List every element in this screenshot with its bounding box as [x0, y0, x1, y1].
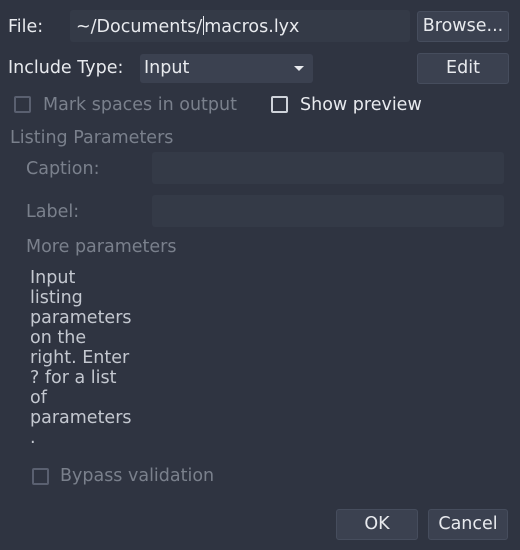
bypass-validation-label: Bypass validation [60, 466, 215, 486]
file-label: File: [8, 17, 44, 37]
mark-spaces-checkbox[interactable] [14, 96, 31, 113]
label-label: Label: [26, 202, 80, 222]
include-type-selected: Input [144, 58, 190, 78]
show-preview-label: Show preview [300, 95, 422, 115]
edit-button[interactable]: Edit [417, 53, 509, 84]
browse-button[interactable]: Browse... [417, 11, 509, 42]
chevron-down-icon [294, 66, 304, 71]
label-input[interactable] [152, 195, 504, 227]
more-parameters-label: More parameters [26, 237, 177, 257]
parameters-help-text: Input listing parameters on the right. E… [30, 268, 132, 448]
mark-spaces-label: Mark spaces in output [43, 95, 237, 115]
include-type-select[interactable]: Input [140, 54, 313, 83]
bypass-validation-checkbox[interactable] [32, 468, 49, 485]
ok-button[interactable]: OK [336, 509, 418, 540]
show-preview-checkbox[interactable] [271, 96, 288, 113]
include-type-label: Include Type: [8, 58, 124, 78]
file-path-value: ~/Documents/macros.lyx [76, 16, 300, 37]
cancel-button[interactable]: Cancel [428, 509, 508, 540]
caption-label: Caption: [26, 159, 100, 179]
file-path-input[interactable]: ~/Documents/macros.lyx [70, 10, 410, 42]
caption-input[interactable] [152, 152, 504, 184]
listing-parameters-heading: Listing Parameters [10, 128, 174, 148]
